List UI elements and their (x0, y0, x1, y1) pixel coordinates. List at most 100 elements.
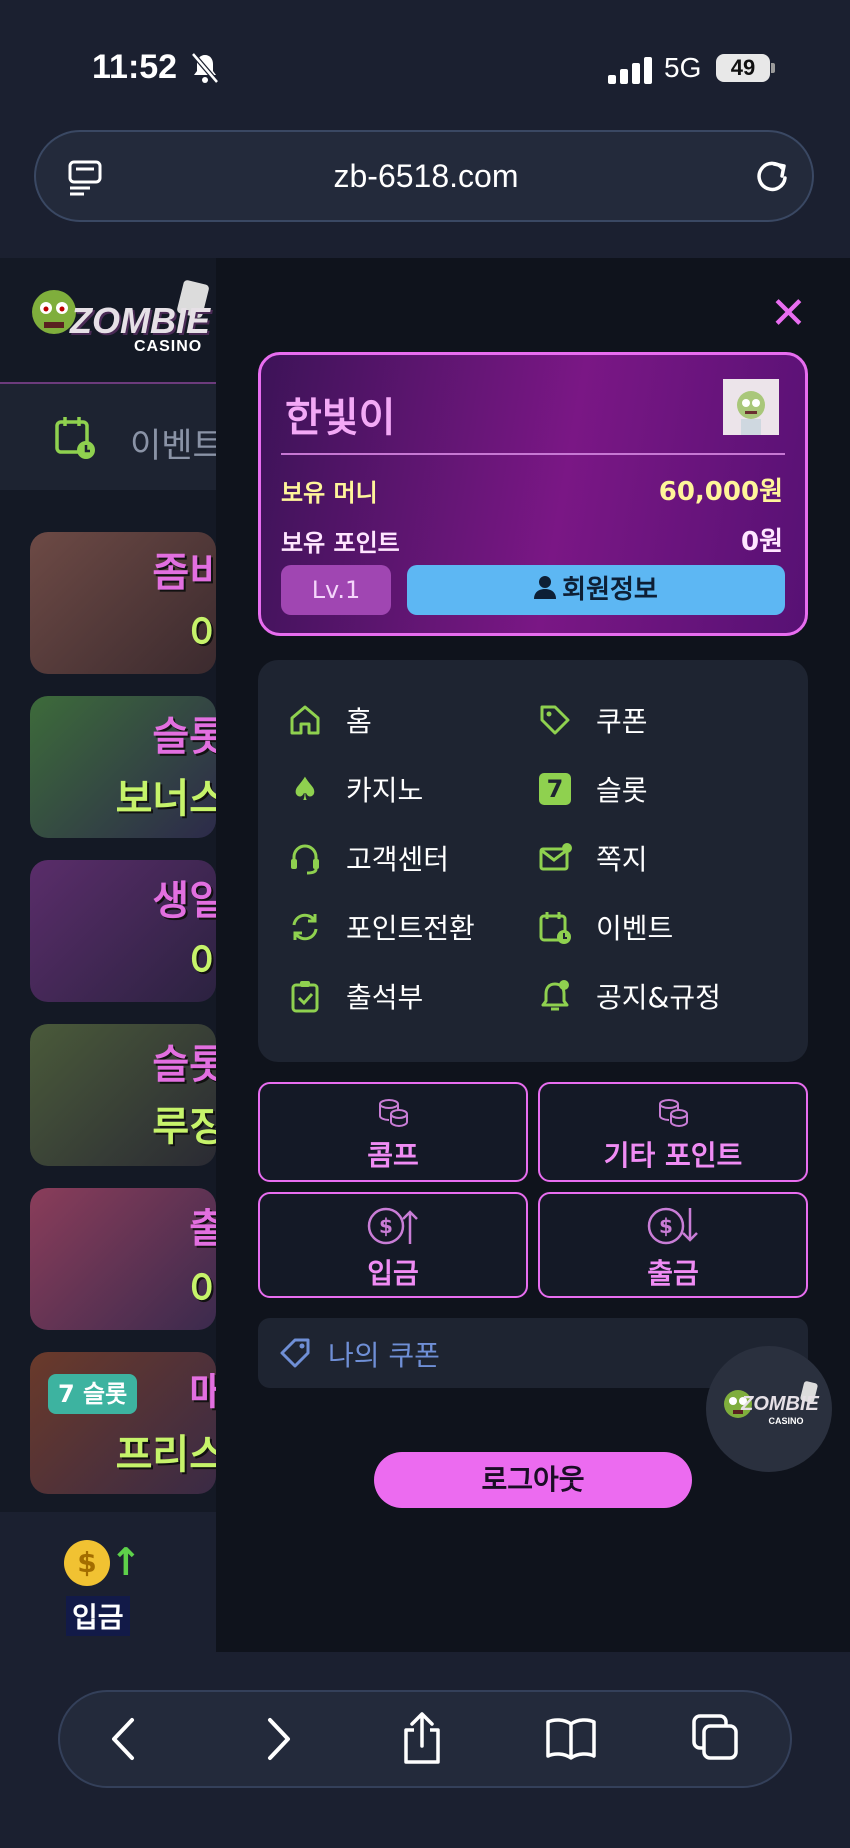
background-tab-label[interactable]: 이벤트 (130, 418, 224, 467)
tag-icon (280, 1338, 310, 1368)
banner-subtitle: 프리스 (115, 1432, 216, 1478)
logout-button[interactable]: 로그아웃 (374, 1452, 692, 1508)
menu-item-label: 포인트전환 (346, 912, 475, 945)
menu-item-slot[interactable]: 7 슬롯 (538, 765, 648, 813)
bookmarks-icon[interactable] (544, 1716, 598, 1762)
tabs-icon[interactable] (690, 1712, 742, 1764)
promo-banner[interactable]: 좀비 이 (30, 532, 216, 674)
seven-icon: 7 (538, 772, 572, 806)
avatar (723, 379, 779, 435)
share-icon[interactable] (398, 1710, 446, 1766)
close-icon[interactable]: ✕ (770, 292, 807, 336)
promo-banner[interactable]: 출 이 (30, 1188, 216, 1330)
menu-item-event[interactable]: 이벤트 (538, 903, 673, 951)
home-icon (288, 703, 322, 737)
battery-indicator: 49 (716, 54, 770, 82)
menu-item-casino[interactable]: ♠ 카지노 (288, 765, 424, 813)
money-label: 보유 머니 (281, 479, 378, 507)
banner-title: 좀비 (152, 550, 216, 596)
promo-banner[interactable]: 생일 이 (30, 860, 216, 1002)
calendar-icon (55, 417, 95, 459)
reload-icon[interactable] (752, 156, 792, 196)
floating-logo-button[interactable]: ZOMBIE CASINO (706, 1346, 832, 1472)
page-menu-icon[interactable] (66, 156, 106, 196)
user-nickname: 한빛이 (285, 395, 396, 441)
banner-subtitle: 루징 (152, 1104, 216, 1150)
menu-item-label: 고객센터 (346, 843, 450, 876)
refresh-icon (288, 910, 322, 944)
deposit-label: 입금 (367, 1257, 419, 1290)
other-points-label: 기타 포인트 (603, 1139, 743, 1172)
points-value: 0원 (740, 527, 783, 557)
bell-icon (538, 979, 572, 1013)
banner-badge: 7 슬롯 (48, 1374, 138, 1414)
menu-item-support[interactable]: 고객센터 (288, 834, 449, 882)
menu-item-label: 공지&규정 (596, 981, 721, 1014)
withdraw-button[interactable]: $ 출금 (538, 1192, 808, 1298)
tag-icon (538, 703, 572, 737)
url-text[interactable]: zb-6518.com (36, 132, 816, 220)
menu-item-home[interactable]: 홈 (288, 696, 372, 744)
user-card: 한빛이 보유 머니 60,000원 보유 포인트 0원 Lv.1 회원정보 (258, 352, 808, 636)
arrow-up-icon: ↑ (110, 1540, 142, 1584)
signal-icon (608, 56, 652, 84)
back-icon[interactable] (106, 1716, 142, 1762)
other-points-button[interactable]: 기타 포인트 (538, 1082, 808, 1182)
network-type: 5G (664, 52, 702, 83)
banner-subtitle: 이 (189, 612, 216, 658)
menu-item-message[interactable]: 쪽지 (538, 834, 648, 882)
banner-title: 출 (189, 1206, 216, 1252)
coins-icon (540, 1098, 806, 1132)
site-logo[interactable]: ZOMBIE CASINO (30, 278, 220, 366)
clipboard-check-icon (288, 979, 322, 1013)
address-bar[interactable]: zb-6518.com (34, 130, 814, 222)
forward-icon[interactable] (260, 1716, 296, 1762)
svg-text:$: $ (659, 1214, 673, 1238)
my-coupon-label: 나의 쿠폰 (328, 1339, 440, 1372)
svg-text:$: $ (379, 1214, 393, 1238)
svg-text:CASINO: CASINO (768, 1416, 803, 1426)
money-value: 60,000원 (658, 477, 783, 507)
menu-item-point-exchange[interactable]: 포인트전환 (288, 903, 475, 951)
spade-icon: ♠ (290, 770, 320, 808)
member-info-label: 회원정보 (562, 575, 658, 605)
menu-item-attendance[interactable]: 출석부 (288, 972, 423, 1020)
menu-item-label: 슬롯 (596, 774, 648, 807)
menu-item-label: 이벤트 (596, 912, 674, 945)
member-info-button[interactable]: 회원정보 (407, 565, 785, 615)
promo-banner[interactable]: 슬롯 보너스 (30, 696, 216, 838)
battery-cap (771, 63, 775, 73)
promo-banner[interactable]: 7 슬롯 매 프리스 (30, 1352, 216, 1494)
drawer-menu: 홈 ♠ 카지노 고객센터 포인트전환 출석부 쿠폰 7 슬롯 쪽지 이벤트 공지… (258, 660, 808, 1062)
logo-subtext: CASINO (134, 338, 203, 355)
level-badge: Lv.1 (281, 565, 391, 615)
comp-label: 콤프 (367, 1139, 419, 1172)
dollar-up-icon: $ (260, 1204, 526, 1252)
svg-text:ZOMBIE: ZOMBIE (740, 1393, 819, 1415)
banner-title: 슬롯 (152, 714, 216, 760)
comp-button[interactable]: 콤프 (258, 1082, 528, 1182)
withdraw-label: 출금 (647, 1257, 699, 1290)
logo-text: ZOMBIE (70, 300, 210, 341)
banner-subtitle: 보너스 (115, 776, 216, 822)
menu-item-label: 출석부 (346, 981, 424, 1014)
menu-item-coupon[interactable]: 쿠폰 (538, 696, 648, 744)
points-label: 보유 포인트 (281, 529, 400, 557)
mail-icon (538, 841, 572, 875)
user-icon (534, 566, 557, 616)
headset-icon (288, 841, 322, 875)
menu-item-label: 쪽지 (596, 843, 648, 876)
deposit-coin-icon[interactable]: $ (64, 1540, 110, 1586)
promo-banner[interactable]: 슬롯 루징 (30, 1024, 216, 1166)
menu-item-label: 홈 (346, 705, 372, 738)
banner-subtitle: 이 (189, 1268, 216, 1314)
deposit-nav-label[interactable]: 입금 (66, 1596, 130, 1636)
coins-icon (260, 1098, 526, 1132)
status-time: 11:52 (92, 48, 178, 86)
menu-item-notice[interactable]: 공지&규정 (538, 972, 721, 1020)
calendar-icon (538, 910, 572, 944)
menu-item-label: 카지노 (346, 774, 424, 807)
zombie-logo-icon: ZOMBIE CASINO (724, 1381, 820, 1426)
deposit-button[interactable]: $ 입금 (258, 1192, 528, 1298)
dollar-down-icon: $ (540, 1204, 806, 1252)
